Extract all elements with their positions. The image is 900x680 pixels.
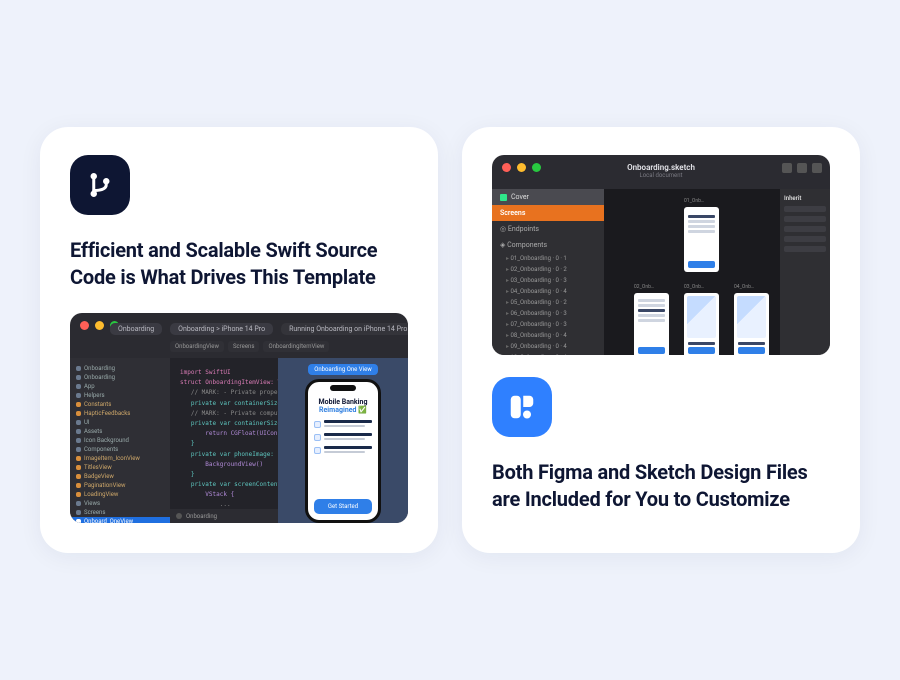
- phone-heading: Mobile Banking Reimagined ✅: [319, 398, 368, 415]
- xcode-toolbar: Onboarding Onboarding > iPhone 14 Pro Ru…: [110, 323, 398, 335]
- file-item: ImageItem_IconView: [70, 454, 170, 463]
- sketch-page-screens: Screens: [492, 205, 604, 221]
- sketch-category: ◈ Components: [492, 237, 604, 253]
- sketch-toolbar-right: [782, 163, 822, 173]
- code-line: private var containerSize: CGFloat {: [180, 419, 268, 429]
- phone-feature-row: [314, 433, 372, 441]
- git-branch-icon: [70, 155, 130, 215]
- editor-tab: Screens: [228, 341, 259, 352]
- sketch-screenshot: Onboarding.sketch Local document Cover S…: [492, 155, 830, 355]
- code-line: }: [180, 439, 268, 449]
- xcode-file-navigator: OnboardingOnboardingAppHelpersConstantsH…: [70, 358, 170, 523]
- xcode-preview-canvas: Onboarding One View Mobile Banking Reima…: [278, 358, 408, 523]
- sketch-titlebar: Onboarding.sketch Local document: [532, 163, 790, 179]
- preview-label: Onboarding One View: [308, 364, 378, 375]
- layer-item: 10_Onboarding · 0 · 4: [492, 352, 604, 355]
- file-item: HapticFeedbacks: [70, 409, 170, 418]
- code-line: // MARK: - Private computed properties: [180, 409, 268, 419]
- code-line: }: [180, 470, 268, 480]
- code-line: VStack {: [180, 490, 268, 500]
- file-item: Assets: [70, 427, 170, 436]
- code-line: import SwiftUI: [180, 368, 268, 378]
- sketch-category: ◎ Endpoints: [492, 221, 604, 237]
- feature-cards: Efficient and Scalable Swift Source Code…: [40, 127, 860, 553]
- file-item: Onboarding: [70, 364, 170, 373]
- code-line: return CGFloat(UIConstants.screenHeight)…: [180, 429, 268, 439]
- card-title: Efficient and Scalable Swift Source Code…: [70, 237, 408, 291]
- sketch-inspector: Inherit: [780, 189, 830, 355]
- feature-card-swift: Efficient and Scalable Swift Source Code…: [40, 127, 438, 553]
- design-file-icon: [492, 377, 552, 437]
- code-line: BackgroundView(): [180, 460, 268, 470]
- code-line: // MARK: - Private properties: [180, 388, 268, 398]
- file-item: Screens: [70, 508, 170, 517]
- layer-item: 07_Onboarding · 0 · 3: [492, 319, 604, 330]
- file-item: App: [70, 382, 170, 391]
- code-line: private var phoneImage: some View {: [180, 450, 268, 460]
- artboard: 04_Onb…: [734, 293, 769, 355]
- file-item: Constants: [70, 400, 170, 409]
- iphone-mockup: Mobile Banking Reimagined ✅ Get Started: [305, 379, 381, 523]
- phone-feature-row: [314, 420, 372, 428]
- file-item: LoadingView: [70, 490, 170, 499]
- file-item: TitlesView: [70, 463, 170, 472]
- run-target-pill: Onboarding > iPhone 14 Pro: [170, 323, 273, 335]
- layer-item: 08_Onboarding · 0 · 4: [492, 330, 604, 341]
- file-item: Onboard_OneView: [70, 517, 170, 523]
- artboard: 02_Onb…: [634, 293, 669, 355]
- layer-item: 04_Onboarding · 0 · 4: [492, 286, 604, 297]
- editor-tab: OnboardingItemView: [263, 341, 329, 352]
- file-item: Views: [70, 499, 170, 508]
- file-item: UI: [70, 418, 170, 427]
- file-item: Helpers: [70, 391, 170, 400]
- xcode-screenshot: Onboarding Onboarding > iPhone 14 Pro Ru…: [70, 313, 408, 523]
- code-line: struct OnboardingItemView: View {: [180, 378, 268, 388]
- phone-cta-button: Get Started: [314, 499, 372, 514]
- file-item: BadgeView: [70, 472, 170, 481]
- code-line: private var containerSizeFactor: private…: [180, 399, 268, 409]
- sketch-canvas: 01_Onb… 02_Onb… 03_Onb… 04_Onb…: [604, 189, 780, 355]
- notch-icon: [330, 385, 356, 391]
- file-item: Onboarding: [70, 373, 170, 382]
- layer-item: 09_Onboarding · 0 · 4: [492, 341, 604, 352]
- layer-item: 06_Onboarding · 0 · 3: [492, 308, 604, 319]
- layer-item: 02_Onboarding · 0 · 2: [492, 264, 604, 275]
- file-item: Icon Background: [70, 436, 170, 445]
- card-title: Both Figma and Sketch Design Files are I…: [492, 459, 830, 513]
- sketch-page-cover: Cover: [492, 189, 604, 205]
- xcode-debug-bar: Onboarding: [170, 509, 278, 523]
- layer-item: 05_Onboarding · 0 · 2: [492, 297, 604, 308]
- layer-item: 03_Onboarding · 0 · 3: [492, 275, 604, 286]
- file-item: Components: [70, 445, 170, 454]
- layer-item: 01_Onboarding · 0 · 1: [492, 253, 604, 264]
- feature-card-design: Onboarding.sketch Local document Cover S…: [462, 127, 860, 553]
- xcode-code-editor: import SwiftUIstruct OnboardingItemView:…: [170, 358, 278, 523]
- status-pill: Running Onboarding on iPhone 14 Pro: [281, 323, 408, 335]
- artboard: 01_Onb…: [684, 207, 719, 272]
- code-line: private var screenContent: some View {: [180, 480, 268, 490]
- xcode-tabs: OnboardingView Screens OnboardingItemVie…: [170, 341, 278, 352]
- file-item: PaginationView: [70, 481, 170, 490]
- editor-tab: OnboardingView: [170, 341, 224, 352]
- project-pill: Onboarding: [110, 323, 162, 335]
- sketch-layers-panel: Cover Screens ◎ Endpoints ◈ Components 0…: [492, 189, 604, 355]
- artboard: 03_Onb…: [684, 293, 719, 355]
- phone-feature-row: [314, 446, 372, 454]
